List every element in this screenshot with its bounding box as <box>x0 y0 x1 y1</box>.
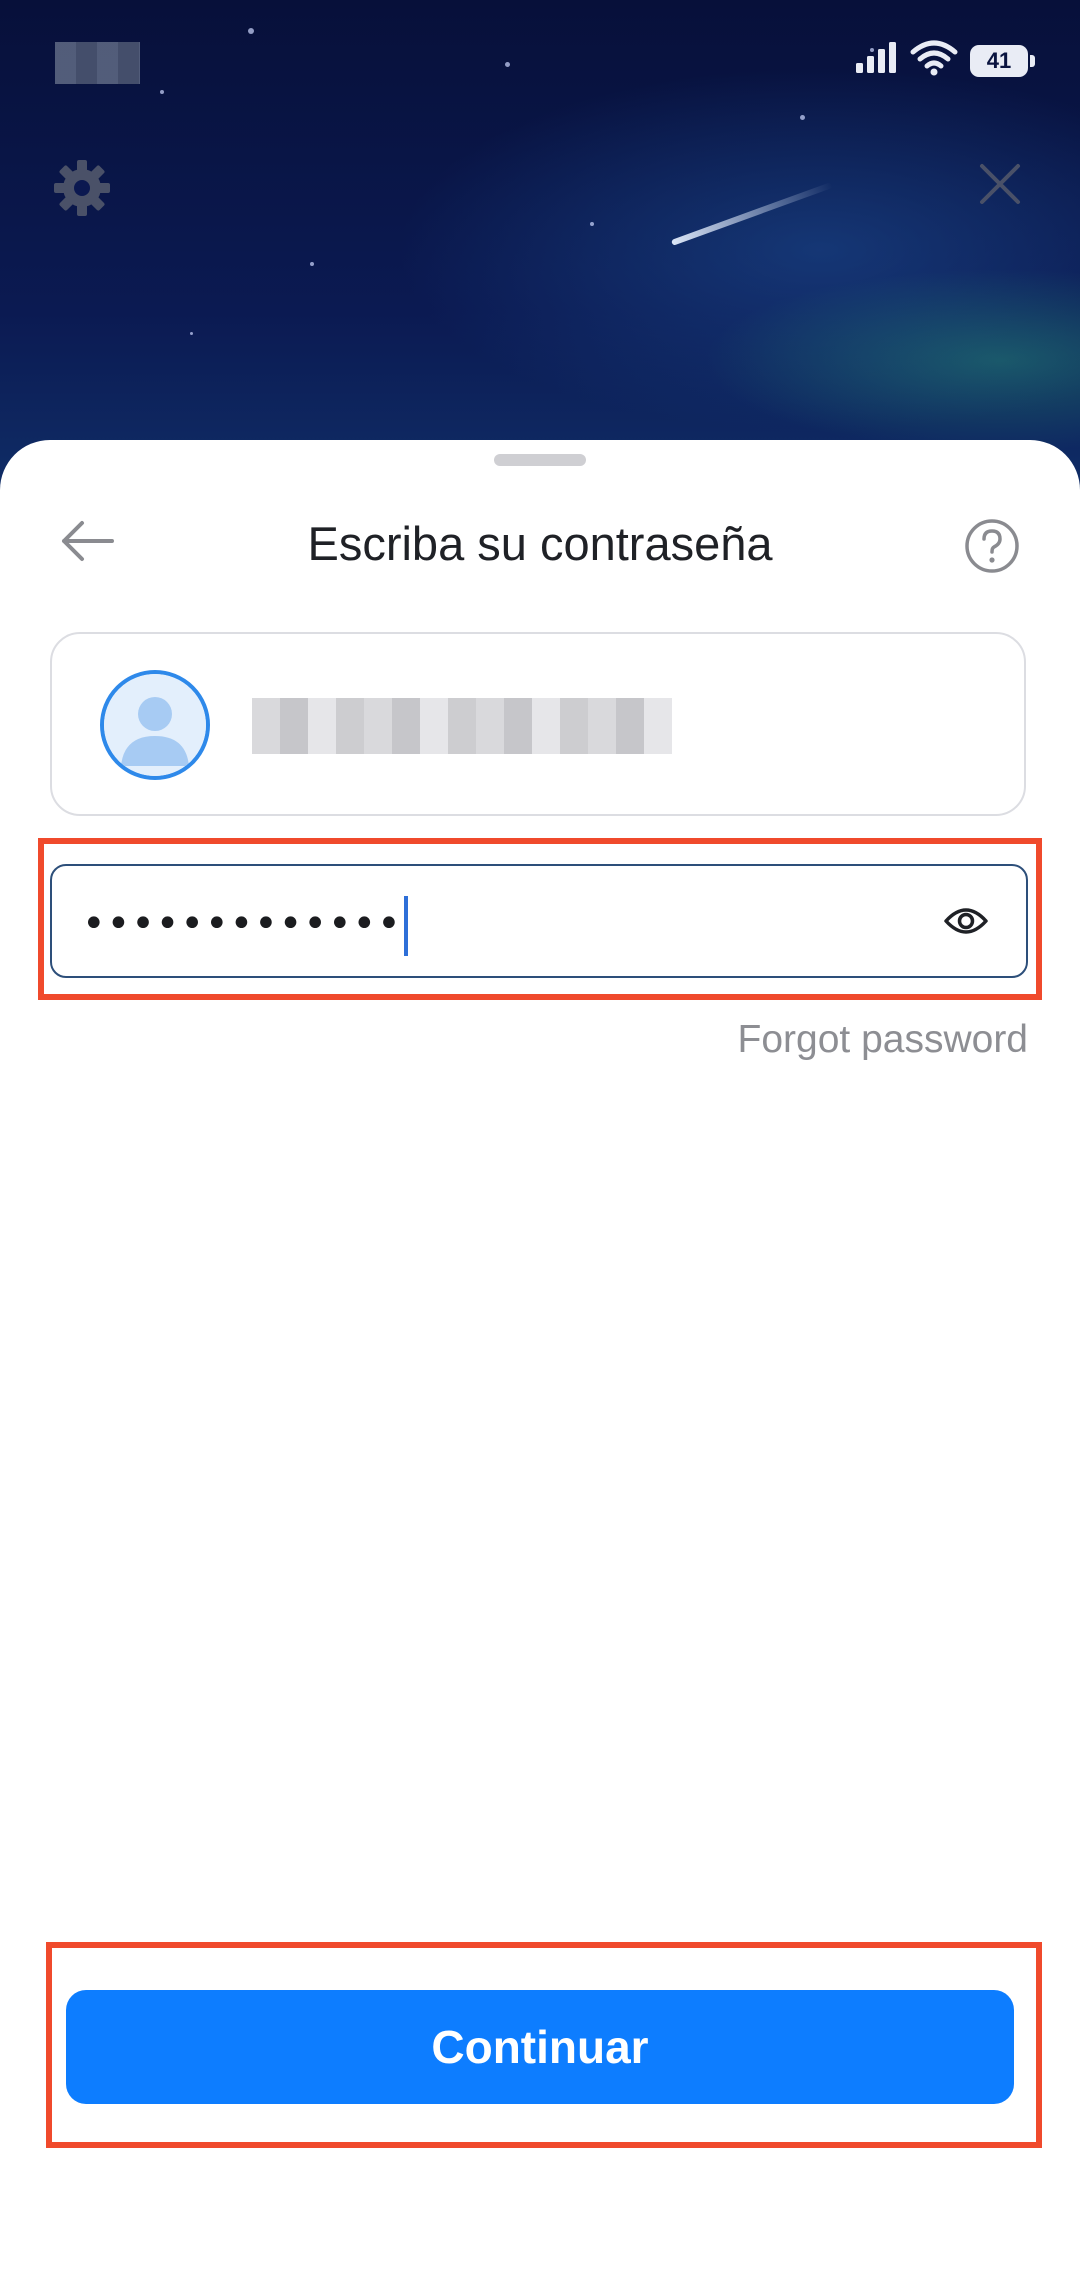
status-icons: 41 <box>854 40 1035 81</box>
signal-icon <box>854 41 898 80</box>
battery-level: 41 <box>986 47 1012 73</box>
gear-icon[interactable] <box>52 158 112 223</box>
account-name-redacted <box>252 698 672 754</box>
star <box>160 90 164 94</box>
status-time-redacted <box>55 42 140 84</box>
battery-icon: 41 <box>970 44 1035 77</box>
continue-button[interactable]: Continuar <box>66 1990 1014 2104</box>
sheet-drag-handle[interactable] <box>494 454 586 466</box>
help-circle-icon[interactable] <box>964 518 1020 579</box>
star <box>800 115 805 120</box>
star <box>310 262 314 266</box>
comet-decoration <box>670 182 833 246</box>
close-icon[interactable] <box>978 162 1022 211</box>
forgot-password-link[interactable]: Forgot password <box>738 1018 1028 1062</box>
user-avatar-icon <box>100 670 210 780</box>
password-highlight-box <box>38 838 1042 1000</box>
account-card <box>50 632 1026 816</box>
star <box>590 222 594 226</box>
star <box>248 28 254 34</box>
star <box>190 332 193 335</box>
page-title: Escriba su contraseña <box>307 517 773 570</box>
password-sheet: Escriba su contraseña ••••••••••••• Forg… <box>0 440 1080 2274</box>
star <box>505 62 510 67</box>
wifi-icon <box>910 40 958 81</box>
